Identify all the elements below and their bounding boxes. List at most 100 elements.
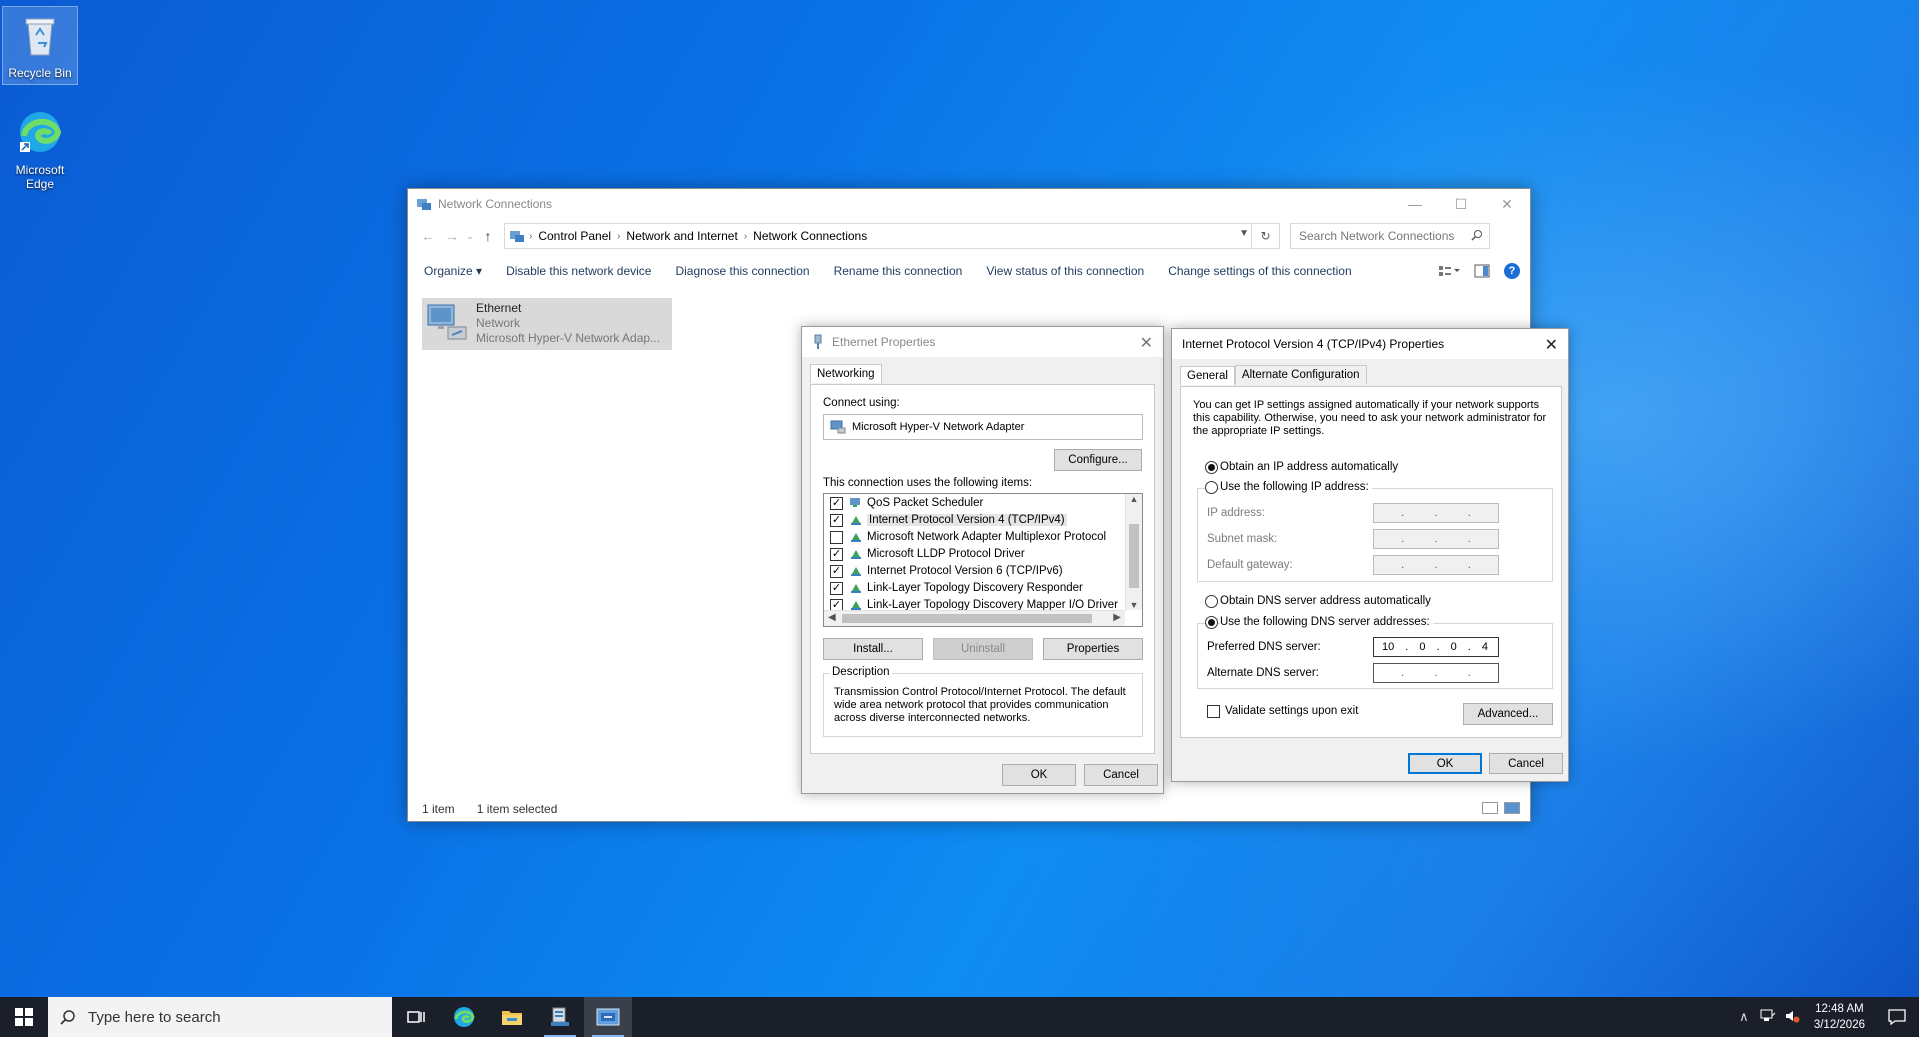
use-dns-label[interactable]: Use the following DNS server addresses: — [1220, 616, 1433, 628]
taskbar-search-input[interactable]: Type here to search — [48, 997, 392, 1037]
taskbar-network-connections-button[interactable] — [584, 997, 632, 1037]
taskbar-file-explorer-button[interactable] — [488, 997, 536, 1037]
scroll-up-icon[interactable]: ▲ — [1126, 494, 1142, 504]
disable-device-button[interactable]: Disable this network device — [494, 264, 663, 278]
close-button[interactable]: ✕ — [1484, 189, 1530, 219]
clock[interactable]: 12:48 AM 3/12/2026 — [1804, 1001, 1875, 1033]
obtain-dns-radio[interactable] — [1205, 595, 1218, 608]
refresh-icon[interactable]: ↻ — [1251, 224, 1279, 248]
dns-octet-3[interactable]: 0 — [1451, 641, 1457, 653]
large-icons-view-icon[interactable] — [1504, 802, 1520, 814]
ok-button[interactable]: OK — [1002, 764, 1076, 786]
organize-menu[interactable]: Organize ▾ — [418, 264, 494, 278]
advanced-button[interactable]: Advanced... — [1463, 703, 1553, 725]
rename-connection-button[interactable]: Rename this connection — [822, 264, 975, 278]
ethernet-properties-dialog: Ethernet Properties ✕ Networking Connect… — [801, 326, 1164, 794]
list-item[interactable]: ✓ QoS Packet Scheduler — [830, 495, 983, 511]
recycle-bin-desktop-icon[interactable]: Recycle Bin — [2, 6, 78, 85]
taskbar-edge-button[interactable] — [440, 997, 488, 1037]
protocol-icon — [851, 550, 861, 559]
breadcrumb-network-internet[interactable]: Network and Internet — [626, 229, 737, 243]
selected-count: 1 item selected — [476, 802, 558, 816]
list-item[interactable]: ✓ Link-Layer Topology Discovery Responde… — [830, 580, 1083, 596]
tab-alternate-configuration[interactable]: Alternate Configuration — [1234, 365, 1367, 384]
scroll-left-icon[interactable]: ◀ — [828, 612, 836, 623]
minimize-button[interactable]: — — [1392, 189, 1438, 219]
vertical-scrollbar[interactable]: ▲ ▼ — [1125, 494, 1142, 610]
dns-octet-4[interactable]: 4 — [1482, 641, 1488, 653]
cancel-button[interactable]: Cancel — [1084, 764, 1158, 786]
taskbar-server-manager-button[interactable] — [536, 997, 584, 1037]
ethernet-connection-item[interactable]: Ethernet Network Microsoft Hyper-V Netwo… — [422, 298, 672, 350]
task-view-button[interactable] — [392, 997, 440, 1037]
item-checkbox[interactable]: ✓ — [830, 581, 843, 595]
obtain-ip-label[interactable]: Obtain an IP address automatically — [1220, 461, 1398, 473]
view-options-icon[interactable] — [1438, 264, 1460, 278]
close-icon[interactable]: ✕ — [1545, 335, 1558, 355]
ok-button[interactable]: OK — [1408, 753, 1482, 774]
list-item[interactable]: Microsoft Network Adapter Multiplexor Pr… — [830, 529, 1106, 545]
connection-adapter: Microsoft Hyper-V Network Adap... — [476, 331, 661, 345]
forward-arrow-icon[interactable]: → — [440, 228, 464, 244]
validate-checkbox[interactable] — [1207, 705, 1220, 718]
address-bar[interactable]: › Control Panel › Network and Internet ›… — [504, 223, 1280, 249]
use-ip-radio[interactable] — [1205, 481, 1218, 494]
list-item[interactable]: ✓ Microsoft LLDP Protocol Driver — [830, 546, 1025, 562]
help-icon[interactable]: ? — [1504, 263, 1520, 279]
dns-octet-1[interactable]: 10 — [1382, 641, 1394, 653]
tab-networking[interactable]: Networking — [810, 364, 882, 383]
scroll-right-icon[interactable]: ▶ — [1113, 612, 1121, 623]
back-arrow-icon[interactable]: ← — [416, 228, 440, 244]
hscroll-thumb[interactable] — [842, 614, 1092, 623]
dns-octet-2[interactable]: 0 — [1419, 641, 1425, 653]
close-icon[interactable]: ✕ — [1140, 333, 1153, 353]
description-text: Transmission Control Protocol/Internet P… — [834, 686, 1126, 724]
item-checkbox[interactable]: ✓ — [830, 564, 843, 578]
show-hidden-icons-chevron-icon[interactable]: ∧ — [1732, 1009, 1756, 1025]
network-tray-icon[interactable] — [1756, 1009, 1780, 1026]
search-input[interactable]: Search Network Connections — [1290, 223, 1490, 249]
scroll-thumb[interactable] — [1129, 524, 1139, 588]
window-titlebar: Network Connections — [408, 189, 1530, 219]
action-center-button[interactable] — [1875, 997, 1919, 1037]
view-status-button[interactable]: View status of this connection — [974, 264, 1156, 278]
volume-muted-icon[interactable] — [1780, 1009, 1804, 1026]
obtain-ip-radio[interactable] — [1205, 461, 1218, 474]
properties-button[interactable]: Properties — [1043, 638, 1143, 660]
details-view-icon[interactable] — [1482, 802, 1498, 814]
item-checkbox[interactable]: ✓ — [830, 496, 843, 510]
item-checkbox[interactable]: ✓ — [830, 547, 843, 561]
use-ip-label[interactable]: Use the following IP address: — [1220, 481, 1372, 493]
preview-pane-icon[interactable] — [1474, 264, 1490, 278]
item-checkbox[interactable]: ✓ — [830, 513, 843, 527]
preferred-dns-field[interactable]: 10. 0. 0. 4 — [1373, 637, 1499, 657]
configure-button[interactable]: Configure... — [1054, 449, 1142, 471]
list-item[interactable]: ✓ Internet Protocol Version 6 (TCP/IPv6) — [830, 563, 1063, 579]
breadcrumb-network-connections[interactable]: Network Connections — [753, 229, 867, 243]
address-dropdown-icon[interactable]: ▼ — [1239, 228, 1249, 239]
gateway-label: Default gateway: — [1207, 559, 1293, 571]
scroll-down-icon[interactable]: ▼ — [1126, 600, 1142, 610]
alternate-dns-field[interactable]: ... — [1373, 663, 1499, 683]
tab-general[interactable]: General — [1180, 366, 1235, 385]
use-dns-radio[interactable] — [1205, 616, 1218, 629]
validate-label[interactable]: Validate settings upon exit — [1225, 705, 1358, 717]
obtain-dns-label[interactable]: Obtain DNS server address automatically — [1220, 595, 1431, 607]
horizontal-scrollbar[interactable]: ◀ ▶ — [824, 610, 1125, 626]
breadcrumb-control-panel[interactable]: Control Panel — [538, 229, 611, 243]
list-item[interactable]: ✓ Internet Protocol Version 4 (TCP/IPv4) — [830, 512, 1067, 528]
item-checkbox[interactable] — [830, 530, 843, 544]
install-button[interactable]: Install... — [823, 638, 923, 660]
up-arrow-icon[interactable]: ↑ — [476, 228, 500, 244]
maximize-button[interactable]: ☐ — [1438, 189, 1484, 219]
change-settings-button[interactable]: Change settings of this connection — [1156, 264, 1363, 278]
recent-chevron-icon[interactable]: ⌄ — [464, 231, 476, 242]
uninstall-button[interactable]: Uninstall — [933, 638, 1033, 660]
edge-desktop-icon[interactable]: Microsoft Edge — [2, 104, 78, 191]
diagnose-connection-button[interactable]: Diagnose this connection — [663, 264, 821, 278]
items-listbox[interactable]: ✓ QoS Packet Scheduler ✓ Internet Protoc… — [823, 493, 1143, 627]
start-button[interactable] — [0, 997, 48, 1037]
system-tray: ∧ 12:48 AM 3/12/2026 — [1732, 997, 1919, 1037]
breadcrumb-sep-icon: › — [617, 230, 621, 242]
cancel-button[interactable]: Cancel — [1489, 753, 1563, 774]
